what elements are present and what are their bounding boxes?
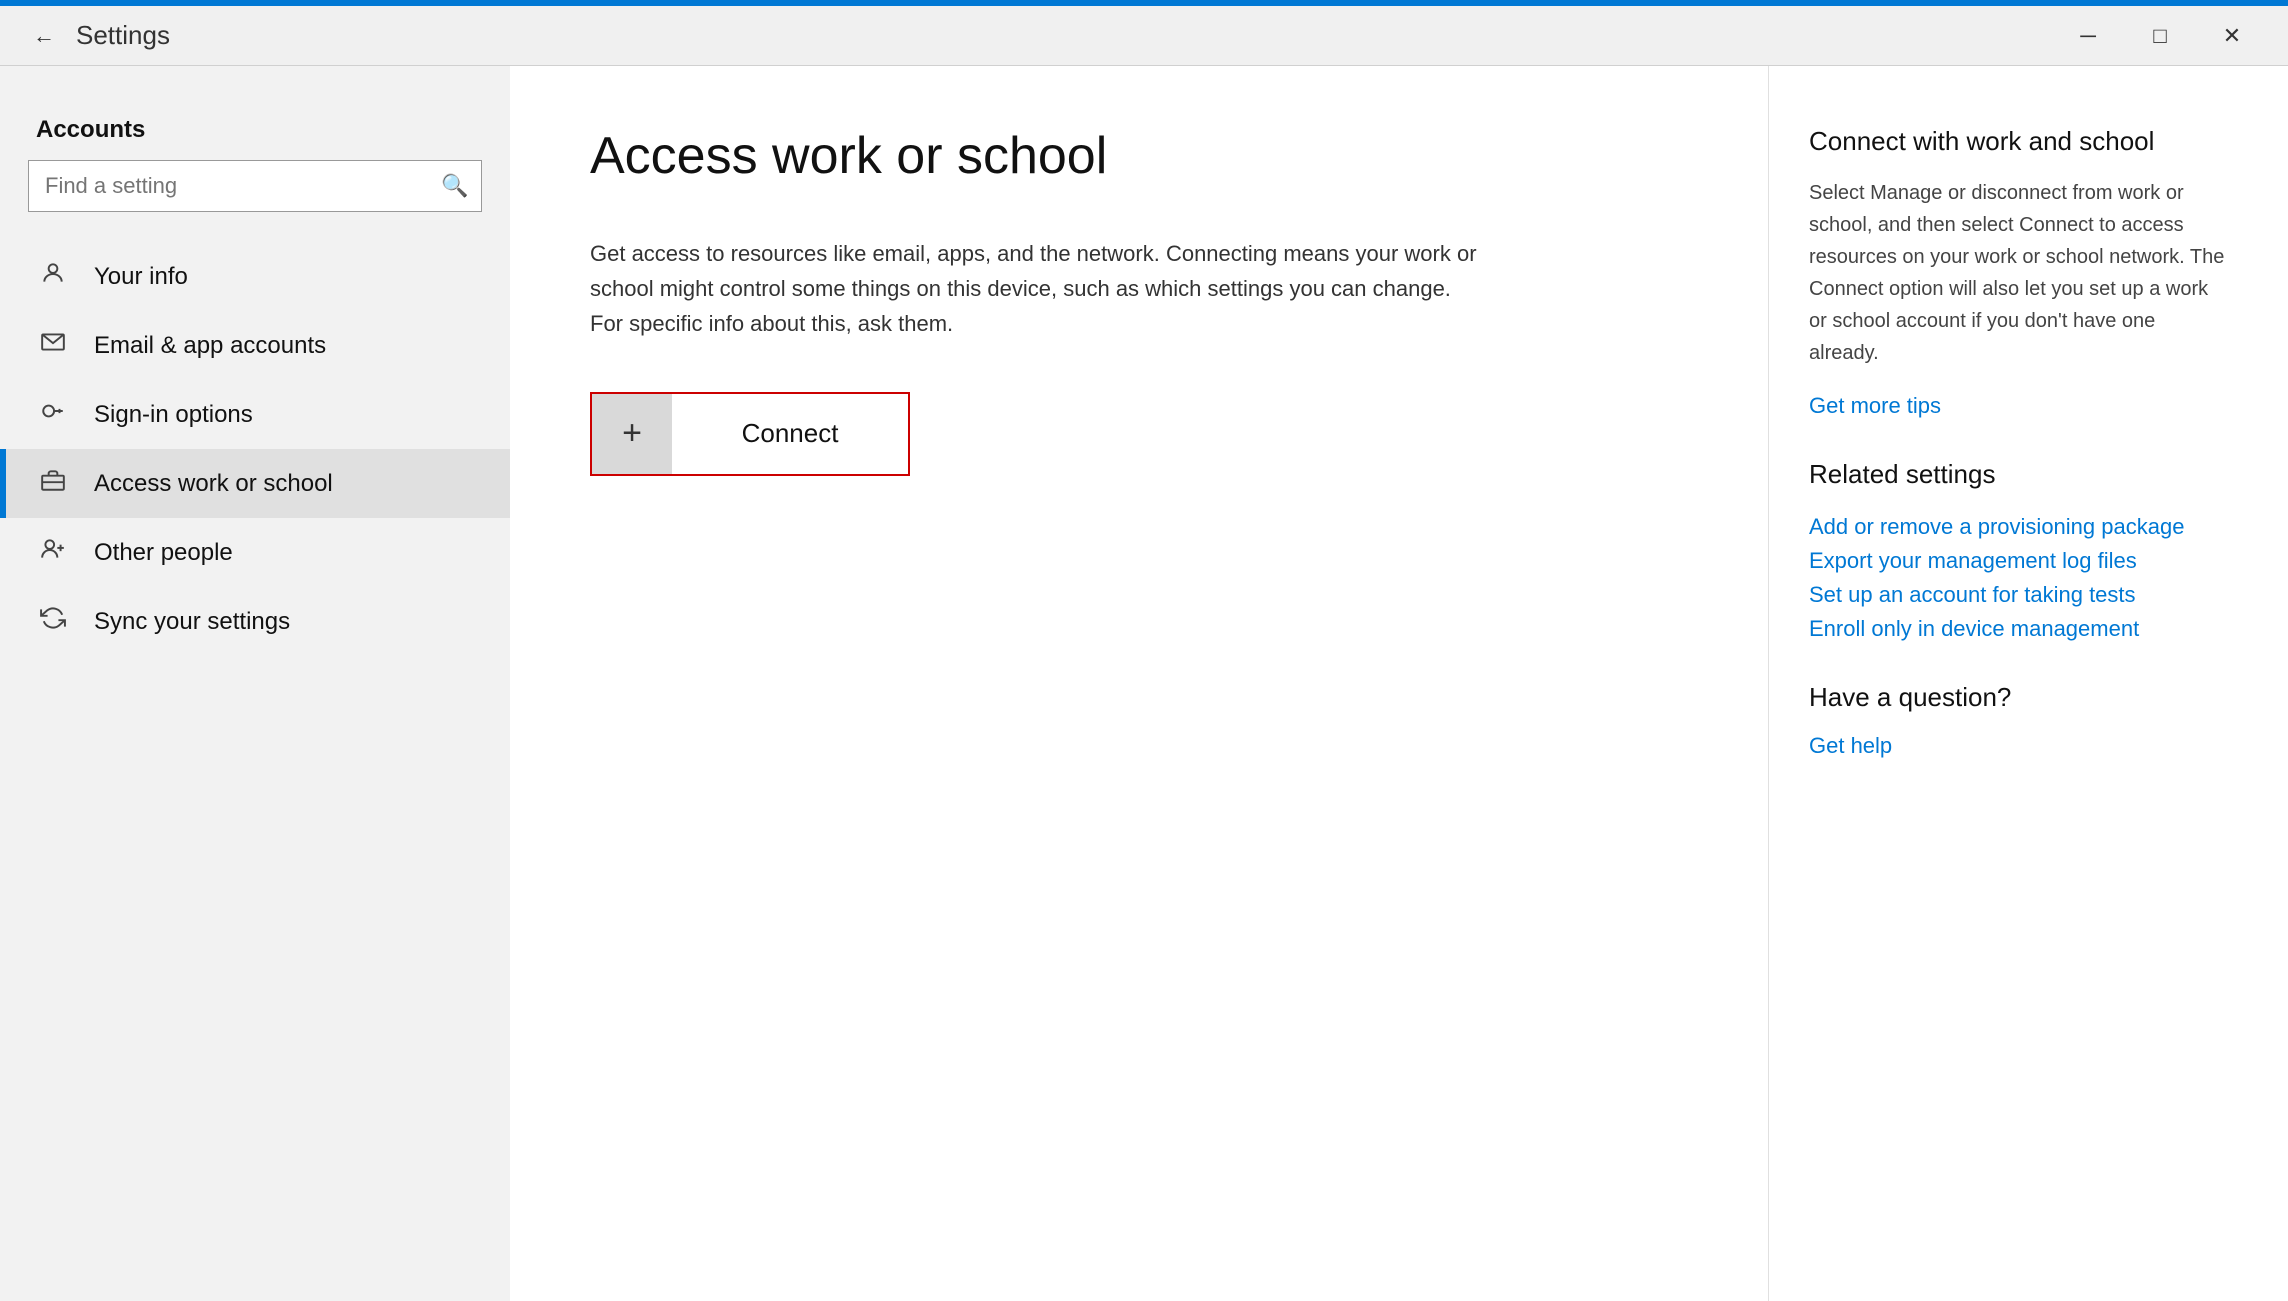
account-for-tests-link[interactable]: Set up an account for taking tests xyxy=(1809,582,2228,608)
get-more-tips-link[interactable]: Get more tips xyxy=(1809,393,2228,419)
briefcase-icon xyxy=(36,467,70,500)
search-box[interactable]: 🔍 xyxy=(28,160,482,212)
sidebar-section-label: Accounts xyxy=(0,96,510,160)
connect-section: Connect with work and school Select Mana… xyxy=(1809,126,2228,419)
have-question-section: Have a question? Get help xyxy=(1809,682,2228,759)
key-icon xyxy=(36,398,70,431)
person-icon xyxy=(36,260,70,293)
export-log-link[interactable]: Export your management log files xyxy=(1809,548,2228,574)
right-panel: Connect with work and school Select Mana… xyxy=(1768,66,2288,1301)
window-controls: ─ □ ✕ xyxy=(2052,6,2268,66)
sidebar: Accounts 🔍 Your info Email & app xyxy=(0,66,510,1301)
have-question-title: Have a question? xyxy=(1809,682,2228,713)
back-button[interactable]: ← xyxy=(20,12,68,60)
page-description: Get access to resources like email, apps… xyxy=(590,236,1490,342)
close-button[interactable]: ✕ xyxy=(2196,6,2268,66)
minimize-button[interactable]: ─ xyxy=(2052,6,2124,66)
person-add-icon xyxy=(36,536,70,569)
connect-label: Connect xyxy=(672,418,908,449)
sidebar-item-sign-in[interactable]: Sign-in options xyxy=(0,380,510,449)
page-title: Access work or school xyxy=(590,126,1688,186)
connect-section-title: Connect with work and school xyxy=(1809,126,2228,157)
search-input[interactable] xyxy=(29,173,429,199)
connect-plus-icon: + xyxy=(592,394,672,474)
email-accounts-label: Email & app accounts xyxy=(94,332,326,360)
other-people-label: Other people xyxy=(94,539,233,567)
connect-button[interactable]: + Connect xyxy=(590,392,910,476)
sign-in-label: Sign-in options xyxy=(94,401,253,429)
maximize-button[interactable]: □ xyxy=(2124,6,2196,66)
get-help-link[interactable]: Get help xyxy=(1809,733,2228,759)
titlebar: ← Settings ─ □ ✕ xyxy=(0,6,2288,66)
your-info-label: Your info xyxy=(94,263,188,291)
sync-icon xyxy=(36,605,70,638)
mail-icon xyxy=(36,329,70,362)
related-settings-section: Related settings xyxy=(1809,459,2228,490)
sidebar-item-other-people[interactable]: Other people xyxy=(0,518,510,587)
sidebar-item-sync-settings[interactable]: Sync your settings xyxy=(0,587,510,656)
enroll-device-mgmt-link[interactable]: Enroll only in device management xyxy=(1809,616,2228,642)
provisioning-package-link[interactable]: Add or remove a provisioning package xyxy=(1809,514,2228,540)
access-work-label: Access work or school xyxy=(94,470,333,498)
connect-section-text: Select Manage or disconnect from work or… xyxy=(1809,177,2228,369)
sidebar-item-email-accounts[interactable]: Email & app accounts xyxy=(0,311,510,380)
sidebar-item-access-work[interactable]: Access work or school xyxy=(0,449,510,518)
main-content: Access work or school Get access to reso… xyxy=(510,66,1768,1301)
sidebar-item-your-info[interactable]: Your info xyxy=(0,242,510,311)
search-icon[interactable]: 🔍 xyxy=(429,160,481,212)
related-settings-title: Related settings xyxy=(1809,459,2228,490)
app-body: Accounts 🔍 Your info Email & app xyxy=(0,66,2288,1301)
sync-settings-label: Sync your settings xyxy=(94,608,290,636)
app-title: Settings xyxy=(76,20,170,51)
